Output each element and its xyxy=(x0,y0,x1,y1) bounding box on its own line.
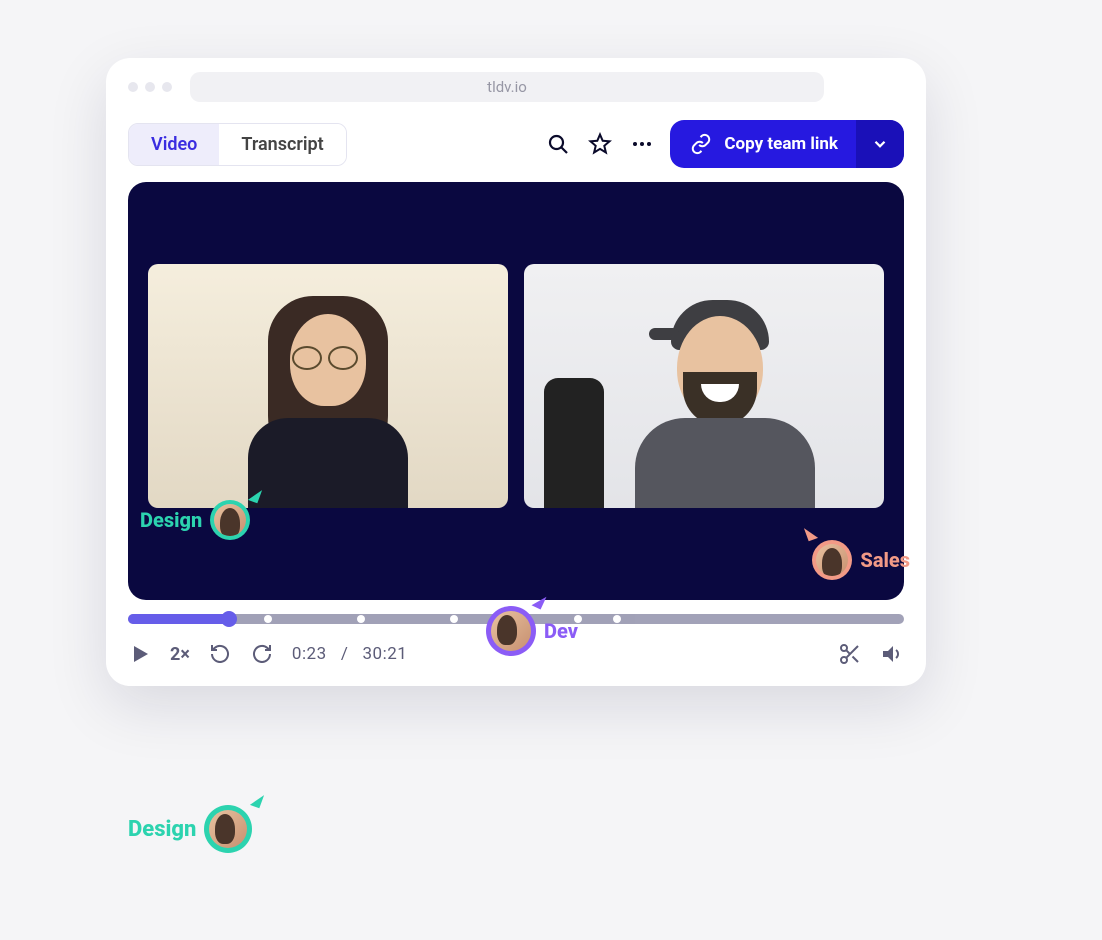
browser-chrome: tldv.io xyxy=(106,58,926,110)
time-sep: / xyxy=(341,644,349,664)
play-icon[interactable] xyxy=(128,642,152,666)
cursor-design-2: Design xyxy=(128,805,252,853)
dot-close xyxy=(128,82,138,92)
cursor-sales-avatar xyxy=(812,540,852,580)
star-icon[interactable] xyxy=(586,130,614,158)
tab-group: Video Transcript xyxy=(128,123,347,166)
volume-icon[interactable] xyxy=(880,642,904,666)
cursor-design-label: Design xyxy=(140,508,202,532)
playback-speed[interactable]: 2× xyxy=(170,644,190,665)
url-bar[interactable]: tldv.io xyxy=(190,72,824,102)
timeline-thumb[interactable] xyxy=(221,611,237,627)
timeline-wrap: Dev xyxy=(106,600,926,624)
copy-team-link-button[interactable]: Copy team link xyxy=(670,120,904,168)
link-icon xyxy=(690,133,712,155)
timeline-progress xyxy=(128,614,229,624)
scissors-icon[interactable] xyxy=(838,642,862,666)
cursor-dev: Dev xyxy=(486,606,578,656)
time-display: 0:23 / 30:21 xyxy=(292,644,407,664)
timeline-marker[interactable] xyxy=(357,615,365,623)
cursor-design-avatar xyxy=(210,500,250,540)
dot-min xyxy=(145,82,155,92)
time-duration: 30:21 xyxy=(363,644,408,664)
copy-team-link-label: Copy team link xyxy=(724,134,856,154)
video-tile-2[interactable] xyxy=(524,264,884,508)
more-icon[interactable] xyxy=(628,130,656,158)
tab-transcript[interactable]: Transcript xyxy=(219,124,345,165)
timeline-marker[interactable] xyxy=(613,615,621,623)
cursor-dev-avatar xyxy=(486,606,536,656)
copy-team-link-dropdown[interactable] xyxy=(856,120,904,168)
dot-max xyxy=(162,82,172,92)
window-dots xyxy=(128,82,172,92)
toolbar: Video Transcript Copy team link xyxy=(106,110,926,182)
cursor-sales-label: Sales xyxy=(860,548,910,572)
video-area: Design Sales xyxy=(128,182,904,600)
cursor-design-2-label: Design xyxy=(128,817,196,842)
timeline-marker[interactable] xyxy=(450,615,458,623)
video-tile-1[interactable] xyxy=(148,264,508,508)
browser-window: tldv.io Video Transcript Copy team link xyxy=(106,58,926,686)
time-current: 0:23 xyxy=(292,644,327,664)
cursor-design: Design xyxy=(140,500,250,540)
search-icon[interactable] xyxy=(544,130,572,158)
cursor-sales: Sales xyxy=(812,540,910,580)
cursor-design-2-avatar xyxy=(204,805,252,853)
tab-video[interactable]: Video xyxy=(129,124,219,165)
cursor-dev-label: Dev xyxy=(544,619,578,643)
forward-10-icon[interactable] xyxy=(250,642,274,666)
timeline-marker[interactable] xyxy=(264,615,272,623)
rewind-10-icon[interactable] xyxy=(208,642,232,666)
url-text: tldv.io xyxy=(487,78,527,96)
